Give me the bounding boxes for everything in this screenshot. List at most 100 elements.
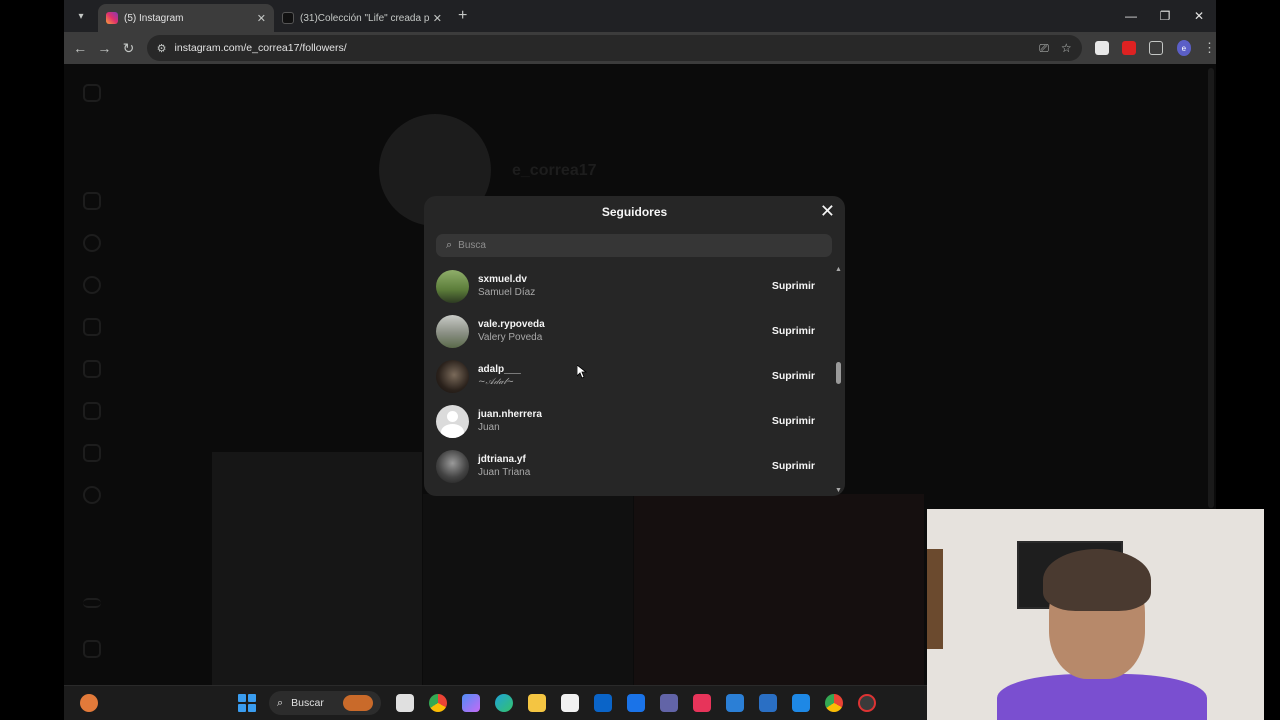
extension-pocket-icon[interactable] [1094, 41, 1109, 55]
search-icon[interactable] [83, 234, 101, 252]
minimize-icon[interactable]: — [1114, 9, 1148, 23]
follower-username[interactable]: juan.nherrera [478, 408, 542, 421]
page-scrollbar[interactable] [1208, 68, 1214, 508]
copilot-icon[interactable] [462, 694, 480, 712]
remove-follower-button[interactable]: Suprimir [762, 409, 825, 433]
taskbar-search[interactable]: ⌕ Buscar [269, 691, 381, 715]
follower-fullname: Juan Triana [478, 467, 531, 478]
tab-close-icon[interactable]: ✕ [433, 12, 442, 25]
address-bar[interactable]: ⚙ instagram.com/e_correa17/followers/ ⎚ … [146, 35, 1082, 61]
window-controls: — ❐ ✕ [1114, 9, 1216, 23]
browser-menu-icon[interactable]: ⋮ [1203, 40, 1216, 56]
scroll-down-icon[interactable]: ▼ [835, 487, 842, 494]
list-item[interactable]: vale.rypoveda Valery Poveda Suprimir [436, 313, 831, 349]
chrome-icon[interactable] [429, 694, 447, 712]
follower-username[interactable]: sxmuel.dv [478, 273, 535, 286]
post-thumbnail[interactable] [634, 494, 924, 685]
profile-icon[interactable] [83, 486, 101, 504]
create-icon[interactable] [83, 444, 101, 462]
tab-tiktok[interactable]: (31)Colección "Life" creada por ✕ [274, 4, 450, 32]
more-menu-icon[interactable] [83, 598, 101, 608]
post-thumbnail[interactable] [423, 494, 633, 685]
remote-desktop-icon[interactable] [759, 694, 777, 712]
followers-modal: Seguidores ✕ ⌕ sxmuel.dv Samuel Díaz Sup… [424, 196, 845, 496]
search-icon: ⌕ [277, 696, 284, 709]
reels-icon[interactable] [83, 318, 101, 336]
scroll-up-icon[interactable]: ▲ [835, 266, 842, 273]
restore-icon[interactable]: ❐ [1148, 9, 1182, 23]
dropbox-icon[interactable] [627, 694, 645, 712]
task-view-icon[interactable] [396, 694, 414, 712]
weather-widget-icon[interactable] [80, 694, 98, 712]
microsoft-store-icon[interactable] [561, 694, 579, 712]
list-item[interactable]: juan.nherrera Juan Suprimir [436, 403, 831, 439]
remove-follower-button[interactable]: Suprimir [762, 364, 825, 388]
browser-toolbar: ← → ↻ ⚙ instagram.com/e_correa17/followe… [64, 32, 1216, 64]
app-blue-icon[interactable] [792, 694, 810, 712]
follower-username[interactable]: adalp___ [478, 363, 521, 376]
remove-follower-button[interactable]: Suprimir [762, 274, 825, 298]
new-tab-icon[interactable]: + [458, 7, 467, 25]
extension-red-icon[interactable] [1121, 41, 1136, 55]
avatar[interactable] [436, 269, 469, 303]
tab-search-icon[interactable]: ▾ [70, 5, 92, 27]
window-close-icon[interactable]: ✕ [1182, 9, 1216, 23]
back-icon[interactable]: ← [68, 40, 92, 56]
close-icon[interactable]: ✕ [820, 201, 835, 221]
default-avatar-head-icon [447, 410, 458, 422]
profile-username: e_correa17 [512, 162, 597, 179]
scrollbar-thumb[interactable] [836, 362, 841, 384]
avatar[interactable] [436, 359, 469, 393]
bookmark-star-icon[interactable]: ☆ [1061, 41, 1072, 55]
reload-icon[interactable]: ↻ [116, 40, 140, 57]
outlook-icon[interactable] [594, 694, 612, 712]
install-app-icon[interactable]: ⎚ [1039, 41, 1049, 56]
instagram-favicon-icon [106, 12, 118, 24]
teams-icon[interactable] [660, 694, 678, 712]
messages-icon[interactable] [83, 360, 101, 378]
edge-icon[interactable] [495, 694, 513, 712]
tab-title: (5) Instagram [124, 12, 184, 24]
extensions-puzzle-icon[interactable] [1148, 41, 1163, 55]
instagram-logo-icon[interactable] [83, 84, 101, 102]
home-icon[interactable] [83, 192, 101, 210]
search-field[interactable]: ⌕ [436, 234, 832, 257]
modal-header: Seguidores ✕ [424, 196, 845, 228]
avatar[interactable] [436, 314, 469, 348]
app-status-icon[interactable] [858, 694, 876, 712]
search-input[interactable] [458, 240, 822, 251]
follower-fullname: Valery Poveda [478, 332, 543, 343]
notifications-icon[interactable] [83, 402, 101, 420]
webcam-person-body [997, 674, 1207, 720]
follower-fullname: Juan [478, 422, 500, 433]
follower-username[interactable]: jdtriana.yf [478, 453, 530, 466]
site-info-icon[interactable]: ⚙ [157, 42, 167, 55]
list-item[interactable]: jdtriana.yf Juan Triana Suprimir [436, 448, 831, 484]
post-thumbnail[interactable] [212, 452, 422, 685]
mouse-cursor-icon [577, 365, 587, 379]
follower-fullname: ~𝒜𝒹𝒶𝓁~ [478, 377, 515, 387]
profile-avatar[interactable]: e [1176, 40, 1191, 56]
avatar[interactable] [436, 449, 469, 483]
list-item[interactable]: sxmuel.dv Samuel Díaz Suprimir [436, 268, 831, 304]
tab-close-icon[interactable]: ✕ [257, 12, 266, 25]
chrome-active-icon[interactable] [825, 694, 843, 712]
tab-instagram[interactable]: (5) Instagram ✕ [98, 4, 274, 32]
threads-icon[interactable] [83, 640, 101, 658]
remove-follower-button[interactable]: Suprimir [762, 454, 825, 478]
vscode-icon[interactable] [726, 694, 744, 712]
list-item[interactable]: adalp___ ~𝒜𝒹𝒶𝓁~ Suprimir [436, 358, 831, 394]
modal-scrollbar[interactable]: ▲ ▼ [835, 266, 843, 494]
explore-icon[interactable] [83, 276, 101, 294]
file-explorer-icon[interactable] [528, 694, 546, 712]
screen: ▾ (5) Instagram ✕ (31)Colección "Life" c… [0, 0, 1280, 720]
app-red-icon[interactable] [693, 694, 711, 712]
windows-start-icon[interactable] [238, 694, 256, 712]
remove-follower-button[interactable]: Suprimir [762, 319, 825, 343]
taskbar-search-label: Buscar [291, 697, 324, 709]
follower-username[interactable]: vale.rypoveda [478, 318, 545, 331]
avatar[interactable] [436, 404, 469, 438]
url-text[interactable]: instagram.com/e_correa17/followers/ [175, 42, 1028, 54]
webcam-overlay [927, 509, 1264, 720]
forward-icon[interactable]: → [92, 40, 116, 56]
